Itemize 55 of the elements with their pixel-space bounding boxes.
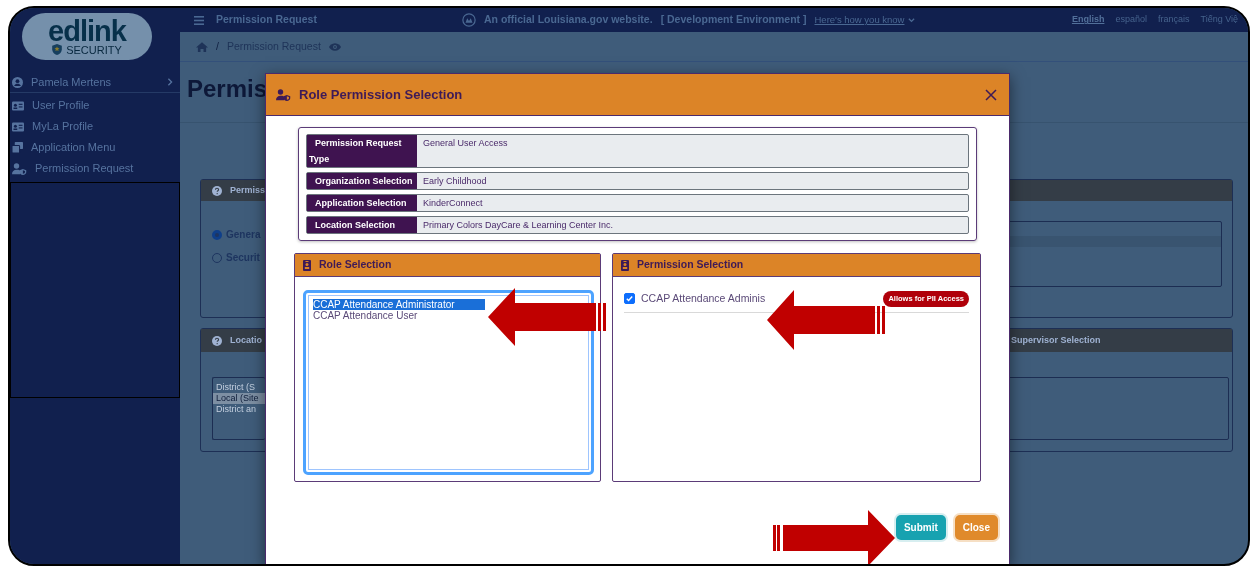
card-title: Supervisor Selection xyxy=(1011,333,1101,347)
id-badge-icon xyxy=(621,259,629,271)
permission-label: CCAP Attendance Adminis xyxy=(641,291,766,306)
summary-label: Application Selection xyxy=(307,195,417,211)
list-option[interactable]: CCAP Attendance Administrator xyxy=(313,299,485,310)
menu-icon xyxy=(194,15,204,25)
card-title: Permiss xyxy=(230,183,266,197)
card-title: Permission Selection xyxy=(637,257,744,273)
shield-icon xyxy=(52,44,63,55)
dialog-title: Role Permission Selection xyxy=(299,85,463,104)
summary-value: Primary Colors DayCare & Learning Center Inc. xyxy=(422,219,615,232)
eye-icon xyxy=(328,42,341,51)
summary-label: Organization Selection xyxy=(307,173,417,189)
user-menu-item[interactable]: Pamela Mertens xyxy=(10,72,180,93)
language-link[interactable]: Tiếng Việ xyxy=(1200,13,1238,27)
user-name: Pamela Mertens xyxy=(31,74,112,90)
home-icon xyxy=(196,41,208,52)
official-notice: An official Louisiana.gov website. xyxy=(484,12,653,28)
user-shield-icon xyxy=(276,88,291,101)
page-title: Permis xyxy=(187,75,268,102)
card-title: Locatio xyxy=(230,333,262,347)
submit-button[interactable]: Submit xyxy=(895,515,946,540)
help-icon xyxy=(212,335,222,346)
list-option[interactable]: District (S xyxy=(213,382,265,393)
checkbox[interactable] xyxy=(624,293,635,305)
sidebar-item[interactable]: User Profile xyxy=(10,95,180,116)
language-link[interactable]: español xyxy=(1115,13,1147,27)
logo-tagline: SECURITY xyxy=(66,43,122,56)
logo-wordmark: edlink xyxy=(48,17,126,44)
sidebar-item[interactable]: MyLa Profile xyxy=(10,116,180,137)
summary-value: General User Access xyxy=(422,137,509,150)
breadcrumb-separator: / xyxy=(216,38,219,54)
summary-label: Permission Request Type xyxy=(307,135,417,167)
caret-down-icon xyxy=(908,17,916,23)
list-option[interactable]: Local (Site xyxy=(213,393,265,404)
list-option[interactable]: CCAP Attendance User xyxy=(313,310,418,321)
list-option[interactable]: District an xyxy=(213,404,265,415)
close-button[interactable] xyxy=(983,86,999,103)
summary-label: Location Selection xyxy=(307,217,417,233)
environment-label: [ Development Environment ] xyxy=(660,12,807,28)
sidebar-item[interactable]: Permission Request xyxy=(10,158,180,179)
close-button[interactable]: Close xyxy=(954,515,998,540)
id-badge-icon xyxy=(303,259,311,271)
chevron-right-icon xyxy=(167,78,173,86)
sidebar-item[interactable]: Application Menu xyxy=(10,137,180,158)
summary-value: KinderConnect xyxy=(422,197,484,210)
seal-icon xyxy=(462,13,476,27)
summary-value: Early Childhood xyxy=(422,175,488,188)
card-title: Role Selection xyxy=(319,257,392,273)
top-bar-title: Permission Request xyxy=(216,12,317,28)
radio-button[interactable] xyxy=(212,229,222,240)
help-icon xyxy=(212,185,222,196)
language-link[interactable]: English xyxy=(1071,13,1105,27)
how-you-know-link[interactable]: Here's how you know xyxy=(814,12,916,28)
language-link[interactable]: français xyxy=(1157,13,1190,27)
